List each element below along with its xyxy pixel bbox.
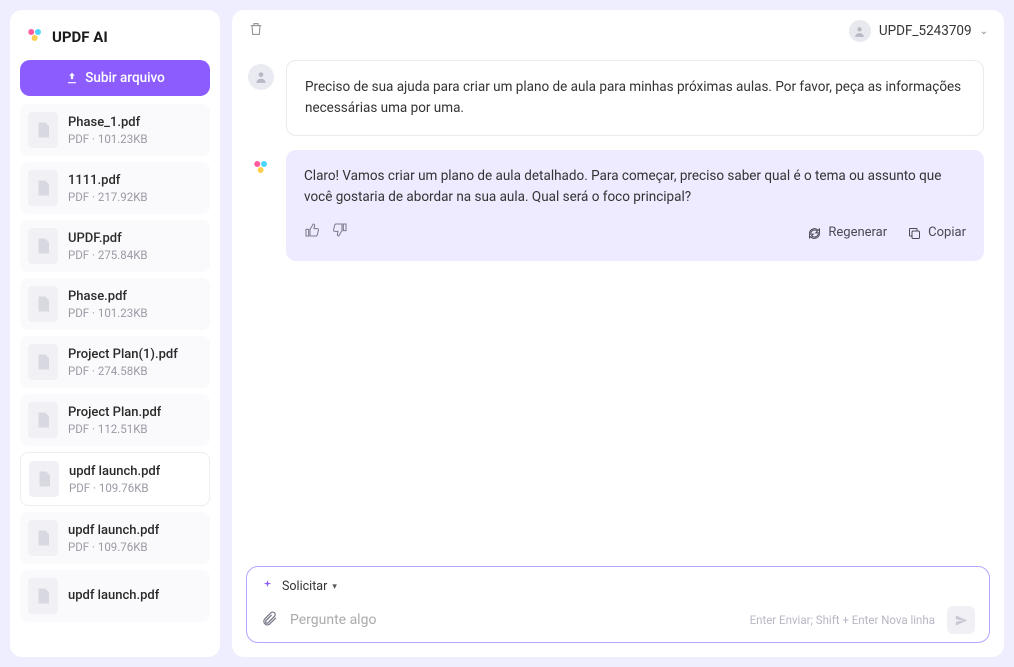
- file-item[interactable]: updf launch.pdf: [20, 570, 210, 622]
- file-item[interactable]: Phase_1.pdf PDF · 101.23KB: [20, 104, 210, 156]
- message-text: Claro! Vamos criar um plano de aula deta…: [304, 166, 966, 208]
- thumbs-down-icon[interactable]: [332, 222, 348, 245]
- user-menu[interactable]: UPDF_5243709 ⌄: [849, 20, 988, 42]
- file-meta: PDF · 109.76KB: [69, 481, 160, 495]
- file-name: 1111.pdf: [68, 173, 148, 188]
- attach-icon[interactable]: [261, 610, 278, 631]
- file-name: UPDF.pdf: [68, 231, 148, 246]
- file-meta: PDF · 101.23KB: [68, 132, 148, 146]
- copy-button[interactable]: Copiar: [907, 223, 966, 243]
- ai-avatar-icon: [248, 154, 274, 180]
- file-item[interactable]: Phase.pdf PDF · 101.23KB: [20, 278, 210, 330]
- file-item[interactable]: Project Plan.pdf PDF · 112.51KB: [20, 394, 210, 446]
- trash-icon[interactable]: [248, 21, 264, 41]
- file-meta: PDF · 112.51KB: [68, 422, 161, 436]
- main-panel: UPDF_5243709 ⌄ Preciso de sua ajuda para…: [232, 10, 1004, 657]
- message-bubble: Preciso de sua ajuda para criar um plano…: [286, 60, 984, 136]
- pdf-file-icon: [28, 402, 58, 438]
- upload-icon: [65, 71, 79, 85]
- pdf-file-icon: [28, 344, 58, 380]
- refresh-icon: [807, 226, 822, 241]
- sparkle-icon: [261, 577, 274, 596]
- file-name: Project Plan.pdf: [68, 405, 161, 420]
- file-item[interactable]: UPDF.pdf PDF · 275.84KB: [20, 220, 210, 272]
- app-title-row: UPDF AI: [20, 22, 210, 52]
- user-avatar-icon: [248, 64, 274, 90]
- message-user: Preciso de sua ajuda para criar um plano…: [248, 60, 984, 136]
- username: UPDF_5243709: [879, 23, 972, 39]
- copy-label: Copiar: [928, 223, 966, 243]
- pdf-file-icon: [28, 286, 58, 322]
- pdf-file-icon: [28, 228, 58, 264]
- app-title: UPDF AI: [52, 28, 108, 46]
- file-meta: PDF · 101.23KB: [68, 306, 148, 320]
- chat-input-area: Solicitar Enter Enviar; Shift + Enter No…: [246, 566, 990, 643]
- file-name: updf launch.pdf: [68, 588, 159, 603]
- chevron-down-icon: ⌄: [980, 26, 988, 37]
- file-item[interactable]: updf launch.pdf PDF · 109.76KB: [20, 512, 210, 564]
- file-name: Project Plan(1).pdf: [68, 347, 178, 362]
- send-button[interactable]: [947, 606, 975, 634]
- chat-area: Preciso de sua ajuda para criar um plano…: [232, 52, 1004, 566]
- message-bubble: Claro! Vamos criar um plano de aula deta…: [286, 150, 984, 261]
- updf-logo-icon: [26, 26, 44, 48]
- file-item[interactable]: Project Plan(1).pdf PDF · 274.58KB: [20, 336, 210, 388]
- pdf-file-icon: [28, 112, 58, 148]
- topbar: UPDF_5243709 ⌄: [232, 10, 1004, 52]
- sidebar: UPDF AI Subir arquivo Phase_1.pdf PDF · …: [10, 10, 220, 657]
- file-meta: PDF · 275.84KB: [68, 248, 148, 262]
- pdf-file-icon: [29, 461, 59, 497]
- file-list: Phase_1.pdf PDF · 101.23KB 1111.pdf PDF …: [20, 104, 210, 645]
- solicitar-dropdown[interactable]: Solicitar: [282, 579, 337, 594]
- file-name: Phase_1.pdf: [68, 115, 148, 130]
- pdf-file-icon: [28, 170, 58, 206]
- chat-input[interactable]: [290, 612, 738, 628]
- file-item[interactable]: 1111.pdf PDF · 217.92KB: [20, 162, 210, 214]
- file-meta: PDF · 274.58KB: [68, 364, 178, 378]
- solicitar-label: Solicitar: [282, 579, 327, 594]
- file-item[interactable]: updf launch.pdf PDF · 109.76KB: [20, 452, 210, 506]
- pdf-file-icon: [28, 578, 58, 614]
- send-icon: [954, 613, 969, 628]
- avatar-icon: [849, 20, 871, 42]
- upload-label: Subir arquivo: [85, 70, 165, 86]
- pdf-file-icon: [28, 520, 58, 556]
- file-name: updf launch.pdf: [68, 523, 159, 538]
- thumbs-up-icon[interactable]: [304, 222, 320, 245]
- message-ai: Claro! Vamos criar um plano de aula deta…: [248, 150, 984, 261]
- file-name: Phase.pdf: [68, 289, 148, 304]
- file-name: updf launch.pdf: [69, 464, 160, 479]
- file-meta: PDF · 109.76KB: [68, 540, 159, 554]
- regenerate-label: Regenerar: [828, 223, 887, 243]
- file-meta: PDF · 217.92KB: [68, 190, 148, 204]
- message-actions: Regenerar Copiar: [304, 222, 966, 245]
- input-hint: Enter Enviar; Shift + Enter Nova linha: [750, 613, 935, 627]
- copy-icon: [907, 226, 922, 241]
- upload-button[interactable]: Subir arquivo: [20, 60, 210, 96]
- regenerate-button[interactable]: Regenerar: [807, 223, 887, 243]
